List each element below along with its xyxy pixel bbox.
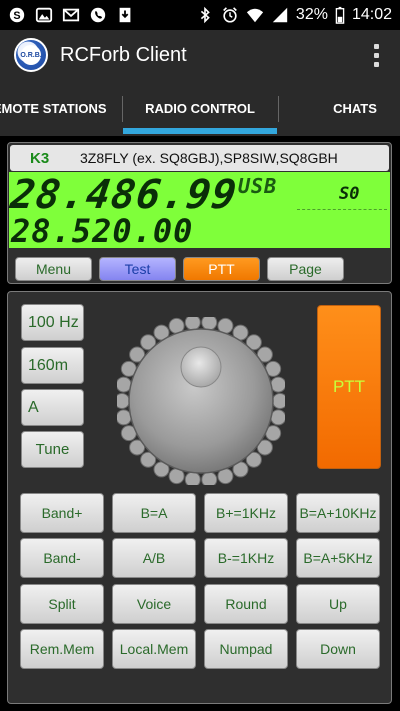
signal-icon bbox=[271, 6, 289, 24]
radio-model: K3 bbox=[30, 149, 50, 167]
alarm-icon bbox=[221, 6, 239, 24]
download-icon bbox=[116, 6, 134, 24]
b-equals-a-button[interactable]: B=A bbox=[112, 493, 196, 533]
remote-memory-button[interactable]: Rem.Mem bbox=[20, 629, 104, 669]
tuning-knob[interactable] bbox=[117, 317, 285, 485]
battery-icon bbox=[335, 6, 345, 24]
b-equals-a-plus-5khz-button[interactable]: B=A+5KHz bbox=[296, 538, 380, 578]
app-bar: O.R.B. RCForb Client bbox=[0, 30, 400, 80]
numpad-button[interactable]: Numpad bbox=[204, 629, 288, 669]
tune-button[interactable]: Tune bbox=[21, 431, 84, 468]
ptt-button[interactable]: PTT bbox=[317, 305, 381, 469]
tab-remote-stations[interactable]: REMOTE STATIONS bbox=[0, 80, 120, 136]
down-button[interactable]: Down bbox=[296, 629, 380, 669]
s-meter-line bbox=[297, 209, 387, 210]
viber-icon bbox=[89, 6, 107, 24]
tab-chats[interactable]: CHATS bbox=[300, 80, 400, 136]
local-memory-button[interactable]: Local.Mem bbox=[112, 629, 196, 669]
clock: 14:02 bbox=[351, 6, 392, 23]
tab-indicator bbox=[123, 128, 277, 134]
voice-button[interactable]: Voice bbox=[112, 584, 196, 624]
round-button[interactable]: Round bbox=[204, 584, 288, 624]
b-equals-a-plus-10khz-button[interactable]: B=A+10KHz bbox=[296, 493, 380, 533]
wifi-icon bbox=[246, 6, 264, 24]
overflow-menu-icon[interactable] bbox=[366, 40, 386, 70]
band-down-button[interactable]: Band- bbox=[20, 538, 104, 578]
mail-icon bbox=[62, 6, 80, 24]
band-button[interactable]: 160m bbox=[21, 347, 84, 384]
gallery-icon bbox=[35, 6, 53, 24]
a-b-swap-button[interactable]: A/B bbox=[112, 538, 196, 578]
tab-divider bbox=[278, 96, 279, 122]
band-up-button[interactable]: Band+ bbox=[20, 493, 104, 533]
app-logo: O.R.B. bbox=[14, 38, 48, 72]
page-button[interactable]: Page bbox=[267, 257, 344, 281]
up-button[interactable]: Up bbox=[296, 584, 380, 624]
test-button[interactable]: Test bbox=[99, 257, 176, 281]
svg-text:S: S bbox=[13, 10, 20, 22]
menu-button[interactable]: Menu bbox=[15, 257, 92, 281]
vfo-select-button[interactable]: A bbox=[21, 389, 84, 426]
radio-operators: 3Z8FLY (ex. SQ8GBJ),SP8SIW,SQ8GBH bbox=[80, 150, 338, 166]
bluetooth-icon bbox=[196, 6, 214, 24]
control-panel: 100 Hz 160m A Tune PTT Band+ B=A B+=1KHz B=… bbox=[7, 291, 392, 704]
status-bar: S 32% 14:02 bbox=[0, 0, 400, 30]
mode-indicator: USB bbox=[238, 174, 278, 198]
radio-header: K3 3Z8FLY (ex. SQ8GBJ),SP8SIW,SQ8GBH bbox=[10, 145, 389, 171]
s-meter-reading: S0 bbox=[339, 184, 360, 204]
b-plus-1khz-button[interactable]: B+=1KHz bbox=[204, 493, 288, 533]
radio-display-panel: K3 3Z8FLY (ex. SQ8GBJ),SP8SIW,SQ8GBH 28.… bbox=[7, 142, 392, 284]
lcd-display: 28.486.99 28.520.00 USB S0 bbox=[8, 172, 390, 250]
b-minus-1khz-button[interactable]: B-=1KHz bbox=[204, 538, 288, 578]
battery-percent: 32% bbox=[295, 6, 328, 23]
ptt-small-button[interactable]: PTT bbox=[183, 257, 260, 281]
app-title: RCForb Client bbox=[60, 43, 187, 66]
split-button[interactable]: Split bbox=[20, 584, 104, 624]
step-button[interactable]: 100 Hz bbox=[21, 304, 84, 341]
vfo-b-frequency[interactable]: 28.520.00 bbox=[11, 212, 193, 250]
skype-icon: S bbox=[8, 6, 26, 24]
